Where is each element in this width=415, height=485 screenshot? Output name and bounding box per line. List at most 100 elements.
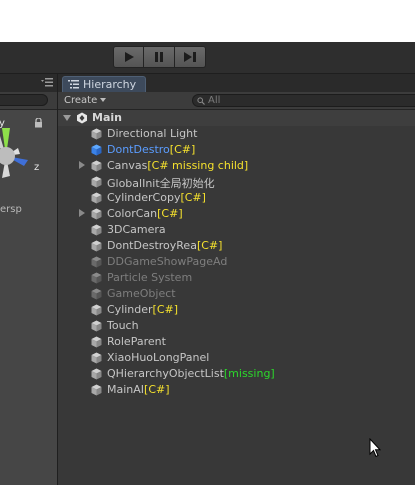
hierarchy-item-name: Cylinder[C#] — [107, 303, 178, 316]
hierarchy-item[interactable]: ColorCan[C#] — [58, 206, 415, 222]
step-icon — [184, 52, 196, 62]
hierarchy-item-name: DontDestroyRea[C#] — [107, 239, 222, 252]
scene-panel: y z ersp — [0, 74, 58, 485]
hierarchy-toolbar: Create All — [58, 92, 415, 110]
pause-button[interactable] — [144, 46, 175, 68]
search-placeholder: All — [208, 95, 221, 106]
scene-gizmo-icon[interactable]: y z — [0, 118, 48, 190]
create-label: Create — [64, 94, 98, 106]
hierarchy-item[interactable]: CylinderCopy[C#] — [58, 190, 415, 206]
gameobject-cube-icon — [91, 288, 102, 300]
hierarchy-item[interactable]: DDGameShowPageAd — [58, 254, 415, 270]
mouse-cursor-icon — [369, 438, 381, 458]
hierarchy-item-name: XiaoHuoLongPanel — [107, 351, 210, 364]
hierarchy-item[interactable]: DontDestro[C#] — [58, 142, 415, 158]
hierarchy-item[interactable]: MainAI[C#] — [58, 382, 415, 398]
gameobject-cube-icon — [91, 272, 102, 284]
component-tag: [C# missing child] — [147, 159, 249, 172]
hierarchy-item[interactable]: Touch — [58, 318, 415, 334]
gameobject-cube-icon — [91, 176, 102, 188]
gameobject-cube-icon — [91, 368, 102, 380]
chevron-down-icon — [100, 98, 107, 102]
hierarchy-item-label: Cylinder — [107, 303, 153, 316]
pause-icon — [155, 52, 163, 62]
gameobject-cube-icon — [91, 160, 102, 172]
hierarchy-item-label: DontDestroyRea — [107, 239, 197, 252]
fold-arrow-icon[interactable] — [63, 115, 71, 121]
persp-label: ersp — [0, 204, 22, 215]
hierarchy-item-label: CylinderCopy — [107, 191, 181, 204]
scene-toolbar — [0, 92, 57, 110]
hierarchy-item[interactable]: Directional Light — [58, 126, 415, 142]
gameobject-cube-icon — [91, 240, 102, 252]
gameobject-cube-icon — [91, 304, 102, 316]
hierarchy-item[interactable]: Canvas[C# missing child] — [58, 158, 415, 174]
hierarchy-item[interactable]: 3DCamera — [58, 222, 415, 238]
hierarchy-item-name: ColorCan[C#] — [107, 207, 183, 220]
component-tag: [C#] — [196, 239, 223, 252]
expand-arrow-icon[interactable] — [79, 161, 85, 169]
hierarchy-tree: Directional Light DontDestro[C#] Canvas[C#… — [58, 126, 415, 398]
hierarchy-tabbar: Hierarchy — [58, 74, 415, 92]
component-tag: [C#] — [180, 191, 206, 204]
hierarchy-item-label: DontDestro — [107, 143, 170, 156]
panel-menu-icon[interactable] — [41, 77, 53, 87]
hierarchy-panel: Hierarchy Create All Main Directional Li… — [58, 74, 415, 485]
scene-root-row[interactable]: Main — [58, 110, 415, 126]
component-tag: [C#] — [157, 207, 183, 220]
hierarchy-item-name: QHierarchyObjectList[missing] — [107, 367, 275, 380]
axis-y-label: y — [0, 118, 5, 129]
gameobject-cube-icon — [91, 336, 102, 348]
hierarchy-item-name: 3DCamera — [107, 223, 166, 236]
hierarchy-item[interactable]: GameObject — [58, 286, 415, 302]
tab-hierarchy-label: Hierarchy — [83, 78, 137, 91]
gameobject-cube-icon — [91, 128, 102, 140]
hierarchy-search-input[interactable]: All — [192, 94, 415, 107]
search-icon — [197, 96, 205, 105]
hierarchy-item-name: RoleParent — [107, 335, 166, 348]
step-button[interactable] — [175, 46, 206, 68]
play-icon — [124, 52, 134, 62]
hierarchy-list-icon — [68, 80, 79, 89]
hierarchy-item[interactable]: Particle System — [58, 270, 415, 286]
top-blank-area — [0, 0, 415, 42]
scene-search-field[interactable] — [0, 94, 48, 106]
expand-arrow-icon[interactable] — [79, 209, 85, 217]
hierarchy-item-name: MainAI[C#] — [107, 383, 170, 396]
component-tag: [C#] — [169, 143, 196, 156]
gameobject-cube-icon — [91, 208, 102, 220]
scene-tabbar — [0, 74, 57, 92]
hierarchy-item[interactable]: GlobalInit全局初始化 — [58, 174, 415, 190]
hierarchy-item-name: Canvas[C# missing child] — [107, 159, 248, 172]
hierarchy-item-name: GlobalInit全局初始化 — [107, 177, 215, 190]
playback-controls — [113, 46, 206, 68]
hierarchy-item-name: Directional Light — [107, 127, 198, 140]
unity-scene-icon — [77, 112, 87, 124]
hierarchy-item-label: MainAI — [107, 383, 145, 396]
component-tag: [C#] — [152, 303, 179, 316]
hierarchy-item-name: GameObject — [107, 287, 176, 300]
play-button[interactable] — [113, 46, 144, 68]
axis-z-label: z — [34, 162, 39, 173]
gameobject-cube-icon — [91, 256, 102, 268]
hierarchy-item-label: QHierarchyObjectList — [107, 367, 224, 380]
scene-name: Main — [92, 111, 122, 124]
gameobject-cube-icon — [91, 224, 102, 236]
hierarchy-item[interactable]: QHierarchyObjectList[missing] — [58, 366, 415, 382]
hierarchy-item[interactable]: Cylinder[C#] — [58, 302, 415, 318]
gameobject-cube-icon — [91, 352, 102, 364]
main-toolbar — [0, 42, 415, 74]
hierarchy-item[interactable]: DontDestroyRea[C#] — [58, 238, 415, 254]
component-tag: [missing] — [223, 367, 275, 380]
lock-icon[interactable] — [34, 118, 43, 128]
hierarchy-item-name: DDGameShowPageAd — [107, 255, 228, 268]
hierarchy-item[interactable]: XiaoHuoLongPanel — [58, 350, 415, 366]
hierarchy-item-name: Touch — [107, 319, 139, 332]
create-dropdown[interactable]: Create — [64, 93, 107, 107]
hierarchy-item[interactable]: RoleParent — [58, 334, 415, 350]
gameobject-cube-icon — [91, 320, 102, 332]
tab-hierarchy[interactable]: Hierarchy — [62, 76, 146, 92]
hierarchy-item-label: ColorCan — [107, 207, 158, 220]
hierarchy-item-name: CylinderCopy[C#] — [107, 191, 206, 204]
gameobject-cube-icon — [91, 192, 102, 204]
